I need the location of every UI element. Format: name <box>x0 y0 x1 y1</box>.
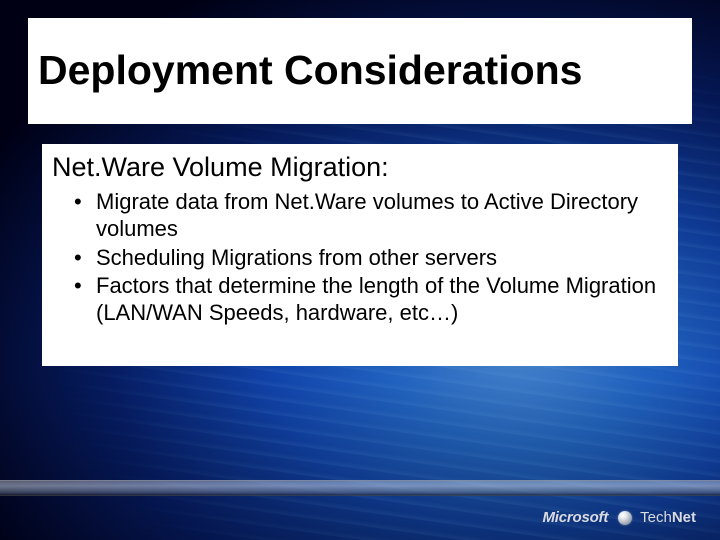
bullet-list: Migrate data from Net.Ware volumes to Ac… <box>52 189 664 327</box>
title-block: Deployment Considerations <box>28 18 692 124</box>
slide: Deployment Considerations Net.Ware Volum… <box>0 0 720 540</box>
footer-logo: Microsoft TechNet <box>542 509 696 526</box>
logo-dot-icon <box>618 511 632 525</box>
slide-title: Deployment Considerations <box>38 49 582 92</box>
bullet-item: Migrate data from Net.Ware volumes to Ac… <box>74 189 664 243</box>
logo-product: TechNet <box>640 509 696 526</box>
subheading: Net.Ware Volume Migration: <box>52 152 664 183</box>
bullet-item: Factors that determine the length of the… <box>74 273 664 327</box>
logo-product-suffix: Net <box>672 509 696 526</box>
bullet-item: Scheduling Migrations from other servers <box>74 245 664 272</box>
logo-brand: Microsoft <box>542 509 608 526</box>
body-block: Net.Ware Volume Migration: Migrate data … <box>42 144 678 366</box>
bottom-bar <box>0 480 720 496</box>
logo-product-prefix: Tech <box>640 509 672 526</box>
